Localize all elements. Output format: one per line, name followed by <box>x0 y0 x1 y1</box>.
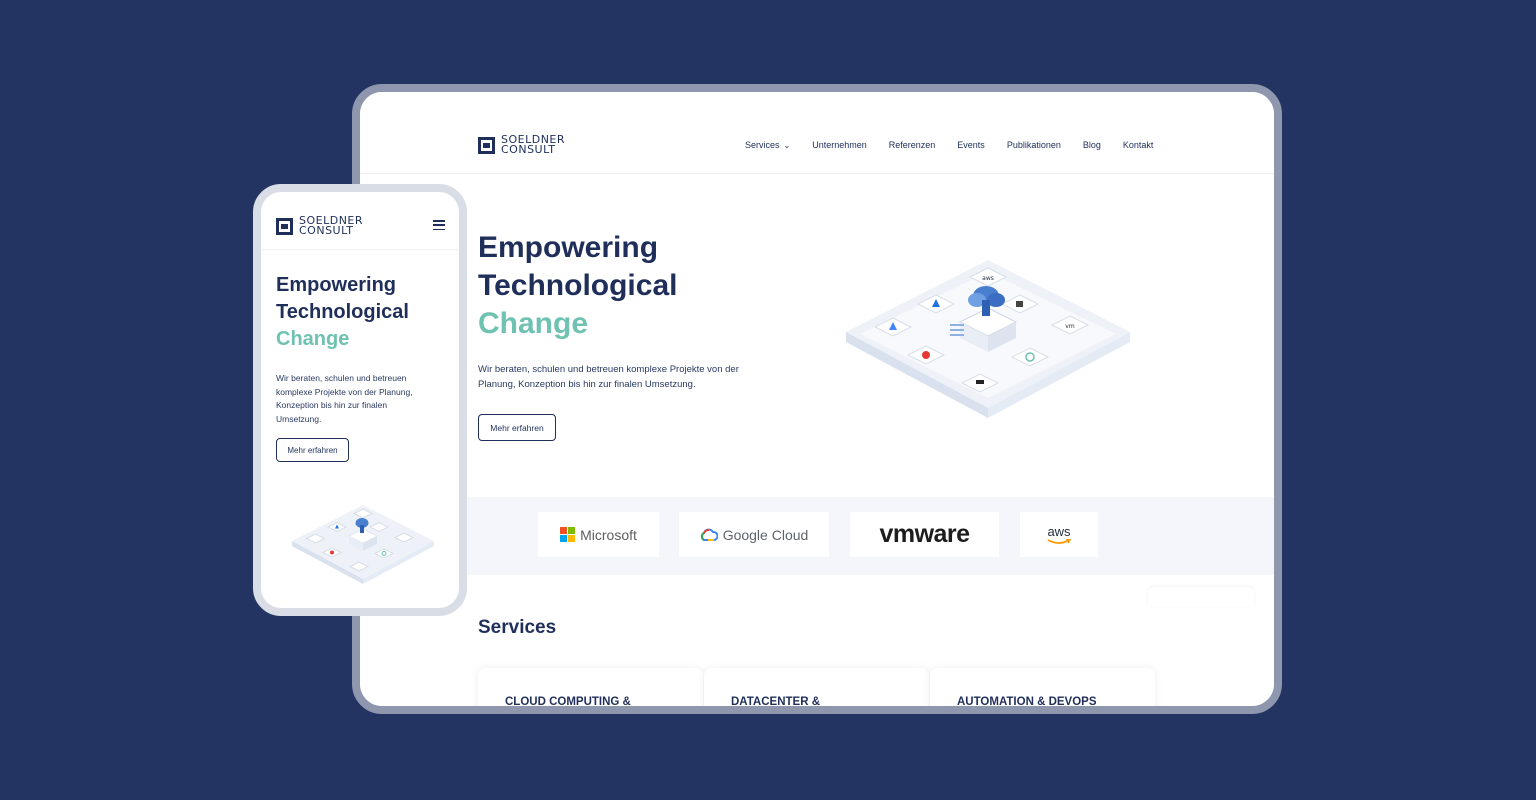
microsoft-grid-icon <box>560 527 576 542</box>
desktop-header: SOELDNER CONSULT Services ⌄ Unternehmen R… <box>360 92 1274 174</box>
nav-item-blog[interactable]: Blog <box>1083 140 1101 150</box>
hero-title-line-1: Empowering <box>478 231 659 264</box>
mobile-hero-text: Wir beraten, schulen und betreuen komple… <box>276 373 413 424</box>
aws-smile-icon <box>1047 539 1071 544</box>
hero-title-line-1: Empowering <box>276 274 397 296</box>
vmware-label: vmware <box>879 520 970 548</box>
desktop-device-frame: SOELDNER CONSULT Services ⌄ Unternehmen R… <box>352 84 1282 714</box>
nav-item-publikationen[interactable]: Publikationen <box>1007 140 1061 150</box>
hero-title-line-3: Change <box>276 328 350 350</box>
service-card-datacenter[interactable]: DATACENTER & <box>704 668 929 706</box>
hero-text: Wir beraten, schulen und betreuen komple… <box>478 364 739 390</box>
logo-line-2: CONSULT <box>501 143 556 156</box>
nav-item-events[interactable]: Events <box>957 140 985 150</box>
google-cloud-logo: Google Cloud <box>679 512 829 557</box>
mobile-brand-logo[interactable]: SOELDNER CONSULT <box>276 215 363 237</box>
service-card-title: AUTOMATION & DEVOPS <box>957 696 1097 706</box>
service-card-title: CLOUD COMPUTING & <box>505 696 631 706</box>
floating-card <box>1148 587 1254 607</box>
mehr-erfahren-button[interactable]: Mehr erfahren <box>478 414 556 441</box>
desktop-screen: SOELDNER CONSULT Services ⌄ Unternehmen R… <box>360 92 1274 706</box>
service-card-title: DATACENTER & <box>731 696 821 706</box>
nav-item-kontakt[interactable]: Kontakt <box>1123 140 1154 150</box>
brand-logo[interactable]: SOELDNER CONSULT <box>478 134 565 156</box>
google-cloud-label: Google Cloud <box>722 526 809 543</box>
logo-mark-icon <box>276 217 293 235</box>
hero-title-line-2: Technological <box>478 269 678 302</box>
logo-text: SOELDNER CONSULT <box>299 215 363 237</box>
chevron-down-icon: ⌄ <box>783 141 791 150</box>
services-title: Services <box>478 617 557 638</box>
hero-title-line-3: Change <box>478 307 589 340</box>
aws-label: aws <box>1047 524 1071 539</box>
nav-item-referenzen[interactable]: Referenzen <box>889 140 936 150</box>
mobile-mehr-erfahren-button[interactable]: Mehr erfahren <box>276 438 349 462</box>
nav-item-label: Services <box>745 140 780 150</box>
mobile-device-frame: SOELDNER CONSULT Empowering Technologica… <box>253 184 467 616</box>
aws-logo: aws <box>1020 512 1098 557</box>
mobile-header: SOELDNER CONSULT <box>261 192 459 250</box>
cloud-platform-illustration: aws vm <box>846 260 1130 418</box>
main-nav: Services ⌄ Unternehmen Referenzen Events … <box>745 140 1153 150</box>
partner-logos-band: Microsoft Google Cloud vmware aws <box>360 497 1274 575</box>
mobile-cloud-platform-illustration <box>292 505 434 584</box>
hero-title-line-2: Technological <box>276 301 409 323</box>
svg-text:aws: aws <box>982 275 994 282</box>
nav-item-unternehmen[interactable]: Unternehmen <box>812 140 867 150</box>
hamburger-menu-icon[interactable] <box>433 220 445 230</box>
logo-mark-icon <box>478 136 495 154</box>
microsoft-label: Microsoft <box>580 526 637 543</box>
logo-text: SOELDNER CONSULT <box>501 134 565 156</box>
google-cloud-icon <box>700 528 718 541</box>
logo-line-2: CONSULT <box>299 224 354 237</box>
nav-item-services[interactable]: Services ⌄ <box>745 140 790 150</box>
microsoft-logo: Microsoft <box>538 512 659 557</box>
service-card-cloud[interactable]: CLOUD COMPUTING & <box>478 668 703 706</box>
mobile-hero-title: Empowering Technological Change <box>276 272 409 353</box>
service-card-automation[interactable]: AUTOMATION & DEVOPS <box>930 668 1155 706</box>
vmware-logo: vmware <box>850 512 999 557</box>
hero-title: Empowering Technological Change <box>478 229 677 343</box>
svg-text:vm: vm <box>1065 323 1075 330</box>
